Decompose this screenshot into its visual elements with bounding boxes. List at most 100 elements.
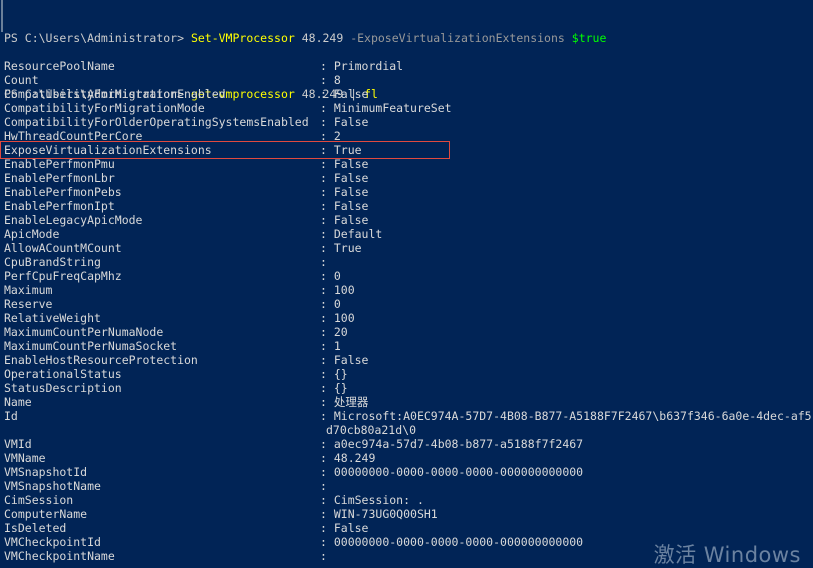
property-value: False [333, 213, 369, 227]
property-value: Default [333, 227, 383, 241]
property-row: CpuBrandString: [4, 255, 812, 269]
property-separator: : [320, 101, 334, 115]
property-name: HwThreadCountPerCore [4, 129, 143, 143]
property-separator: : [320, 241, 334, 255]
property-value: False [333, 353, 369, 367]
property-value: Microsoft:A0EC974A-57D7-4B08-B877-A5188F… [333, 409, 812, 423]
property-name: CompatibilityForMigrationMode [4, 101, 205, 115]
property-name: ApicMode [4, 227, 60, 241]
property-row: Name: 处理器 [4, 395, 812, 409]
property-row: HwThreadCountPerCore: 2 [4, 129, 812, 143]
property-separator: : [320, 325, 334, 339]
command-line-1: PS C:\Users\Administrator> Set-VMProcess… [4, 31, 606, 45]
property-row: VMSnapshotName: [4, 479, 812, 493]
property-separator: : [320, 381, 334, 395]
property-value: {} [333, 381, 348, 395]
property-value: True [333, 143, 362, 157]
property-row: MaximumCountPerNumaSocket: 1 [4, 339, 812, 353]
property-separator: : [320, 409, 334, 423]
property-separator: : [320, 311, 334, 325]
property-value: False [333, 199, 369, 213]
activate-windows-watermark: 激活 Windows [654, 542, 801, 568]
property-value: False [333, 185, 369, 199]
property-separator: : [320, 507, 334, 521]
property-row: Id: Microsoft:A0EC974A-57D7-4B08-B877-A5… [4, 409, 812, 423]
property-name: VMCheckpointName [4, 549, 115, 563]
property-separator: : [320, 269, 334, 283]
property-separator: : [320, 129, 334, 143]
property-separator: : [320, 185, 334, 199]
property-value-continuation: d70cb80a21d\0 [326, 423, 417, 437]
property-value: 2 [333, 129, 341, 143]
property-separator: : [320, 339, 334, 353]
property-separator: : [320, 87, 334, 101]
property-separator: : [320, 255, 334, 269]
property-row: OperationalStatus: {} [4, 367, 812, 381]
property-name: Id [4, 409, 18, 423]
property-value: 8 [333, 73, 341, 87]
property-separator: : [320, 395, 334, 409]
property-row: VMId: a0ec974a-57d7-4b08-b877-a5188f7f24… [4, 437, 812, 451]
property-name: Name [4, 395, 32, 409]
property-row: EnablePerfmonPmu: False [4, 157, 812, 171]
property-name: VMSnapshotName [4, 479, 101, 493]
property-value: 00000000-0000-0000-0000-000000000000 [333, 465, 584, 479]
property-name: ComputerName [4, 507, 88, 521]
property-separator: : [320, 535, 334, 549]
watermark-line-1: 激活 Windows [653, 543, 801, 567]
property-value: {} [333, 367, 348, 381]
property-name: CompatibilityForMigrationEnabled [4, 87, 226, 101]
property-row: CompatibilityForMigrationMode: MinimumFe… [4, 101, 812, 115]
property-row: RelativeWeight: 100 [4, 311, 812, 325]
property-row: EnablePerfmonLbr: False [4, 171, 812, 185]
property-separator: : [320, 171, 334, 185]
property-name: VMCheckpointId [4, 535, 101, 549]
property-separator: : [320, 297, 334, 311]
property-separator: : [320, 227, 334, 241]
property-separator: : [320, 451, 334, 465]
property-row: IsDeleted: False [4, 521, 812, 535]
property-name: ResourcePoolName [4, 59, 115, 73]
property-separator: : [320, 521, 334, 535]
property-row: EnableLegacyApicMode: False [4, 213, 812, 227]
command-parameter-1: -ExposeVirtualizationExtensions [350, 31, 565, 45]
property-row: ResourcePoolName: Primordial [4, 59, 812, 73]
property-separator: : [320, 465, 334, 479]
property-value: False [333, 157, 369, 171]
property-value: 1 [333, 339, 341, 353]
property-separator: : [320, 367, 334, 381]
property-separator: : [320, 479, 334, 493]
property-value: 0 [333, 297, 341, 311]
property-name: AllowACountMCount [4, 241, 122, 255]
property-name: EnableHostResourceProtection [4, 353, 198, 367]
property-name: EnablePerfmonLbr [4, 171, 115, 185]
vmprocessor-property-list: ResourcePoolName: Primordial Count: 8 Comp… [4, 59, 812, 563]
property-name: ExposeVirtualizationExtensions [4, 143, 212, 157]
property-name: VMName [4, 451, 46, 465]
property-name: EnablePerfmonIpt [4, 199, 115, 213]
property-separator: : [320, 353, 334, 367]
command-name-1: Set-VMProcessor [190, 31, 295, 45]
property-name: VMSnapshotId [4, 465, 88, 479]
property-value: 20 [333, 325, 348, 339]
property-row: Maximum: 100 [4, 283, 812, 297]
property-value-continuation-row: d70cb80a21d\0 [4, 423, 812, 437]
prompt-path-1: PS C:\Users\Administrator> [4, 31, 191, 45]
property-separator: : [320, 199, 334, 213]
property-separator: : [320, 493, 334, 507]
property-separator: : [320, 115, 334, 129]
property-name: IsDeleted [4, 521, 67, 535]
property-name: PerfCpuFreqCapMhz [4, 269, 122, 283]
property-separator: : [320, 143, 334, 157]
property-row: Count: 8 [4, 73, 812, 87]
property-row: Reserve: 0 [4, 297, 812, 311]
property-value: 48.249 [333, 451, 376, 465]
property-name: Count [4, 73, 39, 87]
property-row: EnablePerfmonIpt: False [4, 199, 812, 213]
property-value: MinimumFeatureSet [333, 101, 452, 115]
property-name: MaximumCountPerNumaSocket [4, 339, 178, 353]
powershell-console-window[interactable]: PS C:\Users\Administrator> Set-VMProcess… [0, 0, 813, 568]
property-row: EnableHostResourceProtection: False [4, 353, 812, 367]
property-value: False [333, 87, 369, 101]
property-separator: : [320, 549, 334, 563]
